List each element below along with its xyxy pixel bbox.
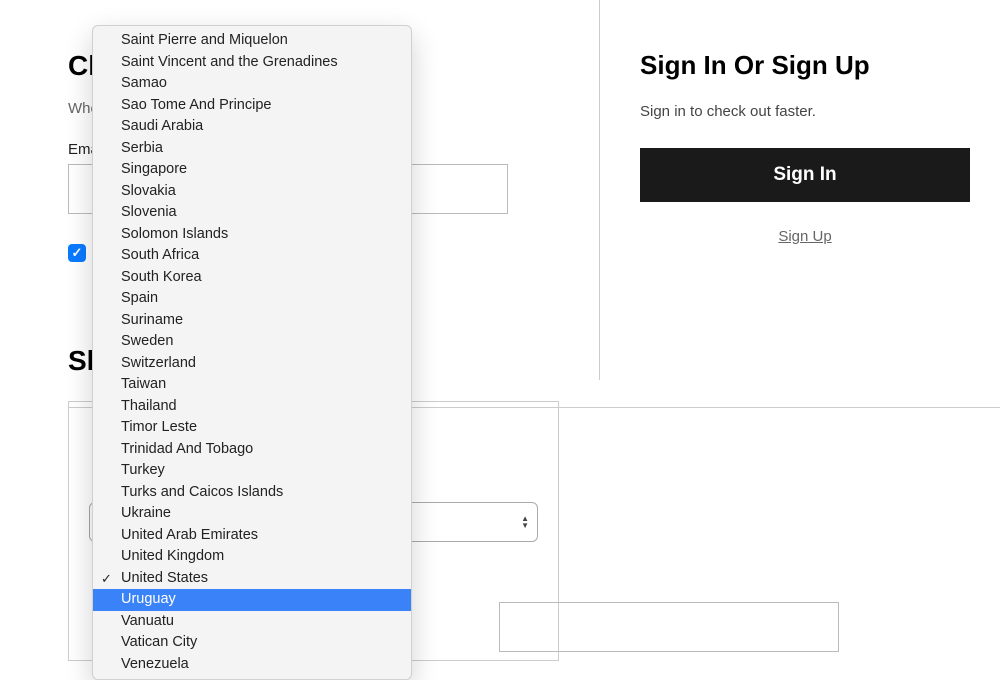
country-option[interactable]: Vatican City: [93, 632, 411, 654]
country-option-label: Saint Vincent and the Grenadines: [121, 54, 338, 70]
country-option-label: Suriname: [121, 312, 183, 328]
country-option[interactable]: United Kingdom: [93, 546, 411, 568]
country-option[interactable]: Saudi Arabia: [93, 116, 411, 138]
auth-heading: Sign In Or Sign Up: [640, 50, 970, 81]
country-option-label: South Africa: [121, 247, 199, 263]
country-option[interactable]: Turkey: [93, 460, 411, 482]
country-option-label: Venezuela: [121, 656, 189, 672]
country-option[interactable]: Saint Vincent and the Grenadines: [93, 52, 411, 74]
country-option-label: Thailand: [121, 398, 177, 414]
country-option-label: Solomon Islands: [121, 226, 228, 242]
country-option-label: Switzerland: [121, 355, 196, 371]
country-option[interactable]: Slovenia: [93, 202, 411, 224]
country-option-label: Slovakia: [121, 183, 176, 199]
country-option-label: Sweden: [121, 333, 173, 349]
country-option-label: Timor Leste: [121, 419, 197, 435]
country-dropdown[interactable]: Saint Pierre and Miquelon Saint Vincent a…: [92, 25, 412, 680]
country-option-label: Vanuatu: [121, 613, 174, 629]
country-option[interactable]: Saint Pierre and Miquelon: [93, 30, 411, 52]
country-option[interactable]: Vanuatu: [93, 611, 411, 633]
country-option-label: Singapore: [121, 161, 187, 177]
country-option[interactable]: Turks and Caicos Islands: [93, 482, 411, 504]
auth-subtext: Sign in to check out faster.: [640, 103, 970, 120]
country-option[interactable]: Slovakia: [93, 181, 411, 203]
last-name-input[interactable]: [499, 602, 839, 652]
check-icon: ✓: [101, 569, 112, 589]
country-option[interactable]: Ukraine: [93, 503, 411, 525]
country-option-label: Samao: [121, 75, 167, 91]
country-option-label: Saint Pierre and Miquelon: [121, 32, 288, 48]
country-option[interactable]: ✓ United States: [93, 568, 411, 590]
signin-button[interactable]: Sign In: [640, 148, 970, 202]
country-option[interactable]: Sweden: [93, 331, 411, 353]
country-option-label: South Korea: [121, 269, 202, 285]
country-option[interactable]: Sao Tome And Principe: [93, 95, 411, 117]
country-option-label: Uruguay: [121, 591, 176, 607]
country-option-label: Turkey: [121, 462, 165, 478]
marketing-checkbox[interactable]: [68, 244, 86, 262]
country-option[interactable]: Timor Leste: [93, 417, 411, 439]
country-option[interactable]: Switzerland: [93, 353, 411, 375]
country-option[interactable]: Solomon Islands: [93, 224, 411, 246]
select-stepper-icon: ▲▼: [521, 515, 529, 529]
country-option[interactable]: Serbia: [93, 138, 411, 160]
country-option[interactable]: South Africa: [93, 245, 411, 267]
country-option-label: Vatican City: [121, 634, 197, 650]
country-option[interactable]: Trinidad And Tobago: [93, 439, 411, 461]
country-option-label: United States: [121, 570, 208, 586]
country-option-label: Sao Tome And Principe: [121, 97, 271, 113]
country-option[interactable]: Thailand: [93, 396, 411, 418]
country-option-label: Taiwan: [121, 376, 166, 392]
country-option-label: Spain: [121, 290, 158, 306]
country-option[interactable]: United Arab Emirates: [93, 525, 411, 547]
country-option-label: Ukraine: [121, 505, 171, 521]
country-option-label: Trinidad And Tobago: [121, 441, 253, 457]
country-option-label: Turks and Caicos Islands: [121, 484, 283, 500]
country-option[interactable]: Singapore: [93, 159, 411, 181]
country-option[interactable]: Spain: [93, 288, 411, 310]
country-option-label: Serbia: [121, 140, 163, 156]
country-option[interactable]: Samao: [93, 73, 411, 95]
country-option-label: Slovenia: [121, 204, 177, 220]
country-option[interactable]: Taiwan: [93, 374, 411, 396]
country-option-label: Saudi Arabia: [121, 118, 203, 134]
country-option[interactable]: Suriname: [93, 310, 411, 332]
country-option-label: United Kingdom: [121, 548, 224, 564]
country-option[interactable]: Venezuela: [93, 654, 411, 676]
signup-link[interactable]: Sign Up: [640, 228, 970, 245]
country-option[interactable]: Uruguay: [93, 589, 411, 611]
country-option-label: United Arab Emirates: [121, 527, 258, 543]
country-option[interactable]: South Korea: [93, 267, 411, 289]
